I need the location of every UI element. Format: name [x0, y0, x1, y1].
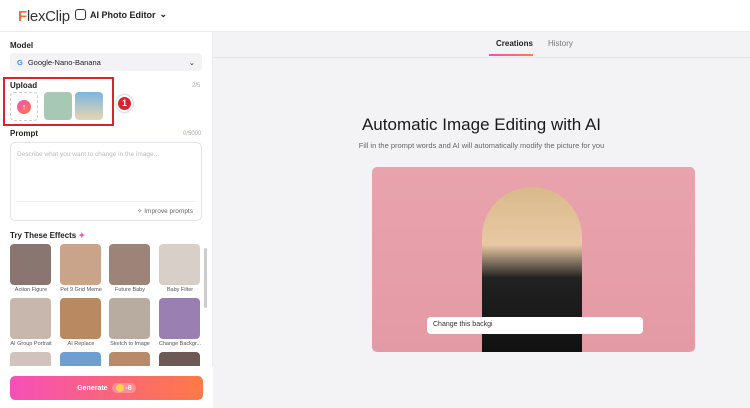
- uploaded-camera-image[interactable]: [44, 92, 72, 120]
- top-header: FlexClip AI Photo Editor ⌄: [0, 0, 750, 32]
- model-value: Google-Nano-Banana: [27, 57, 101, 67]
- effect-tile[interactable]: [159, 298, 200, 339]
- prompt-label: Prompt: [10, 129, 38, 138]
- google-icon: G: [17, 57, 23, 67]
- effect-label: AI Replace: [67, 341, 95, 347]
- effects-label: Try These Effects ✦: [10, 231, 86, 240]
- chevron-down-icon: ⌄: [188, 57, 195, 67]
- effect-tile[interactable]: [60, 244, 101, 285]
- effect-tile[interactable]: [159, 244, 200, 285]
- effect-label: Pet 9 Grid Meme: [60, 287, 102, 293]
- tab-creations[interactable]: Creations: [496, 39, 533, 48]
- prompt-textarea[interactable]: Describe what you want to change in the …: [10, 142, 202, 221]
- effect-label: Future Baby: [115, 287, 145, 293]
- effect-tile[interactable]: [60, 298, 101, 339]
- effect-tile[interactable]: [109, 244, 150, 285]
- generate-button[interactable]: Generate -8: [10, 376, 203, 400]
- example-preview-image: Change this backgi: [372, 167, 695, 352]
- effect-label: AI Group Portrait: [10, 341, 52, 347]
- credits-cost: -8: [125, 384, 132, 392]
- effects-scrollbar[interactable]: [204, 248, 207, 308]
- upload-count: 2/5: [192, 83, 201, 89]
- chevron-down-icon: ⌄: [159, 9, 168, 19]
- effect-tile[interactable]: [10, 244, 51, 285]
- photo-editor-icon: [75, 9, 86, 20]
- preview-prompt-input: Change this backgi: [427, 317, 643, 334]
- prompt-count: 0/5000: [183, 131, 202, 137]
- coin-icon: [115, 384, 124, 392]
- effect-label: Change Backgr...: [158, 341, 202, 347]
- prompt-placeholder: Describe what you want to change in the …: [17, 151, 159, 158]
- tool-menu[interactable]: AI Photo Editor ⌄: [75, 9, 167, 20]
- tab-history[interactable]: History: [548, 39, 573, 48]
- active-tab-indicator: [489, 54, 533, 56]
- effect-label: Action Figure: [14, 287, 48, 293]
- upload-button[interactable]: ↑: [10, 92, 38, 121]
- upload-icon: ↑: [17, 99, 31, 114]
- sparkle-icon: ✦: [78, 231, 86, 240]
- annotation-badge: 1: [116, 95, 133, 112]
- tool-label: AI Photo Editor: [90, 9, 156, 20]
- flexclip-logo[interactable]: FlexClip: [18, 8, 70, 25]
- effect-label: Baby Filter: [166, 287, 194, 293]
- model-select[interactable]: G Google-Nano-Banana ⌄: [10, 53, 202, 71]
- divider: [17, 201, 195, 202]
- page-subtitle: Fill in the prompt words and AI will aut…: [358, 141, 605, 150]
- effect-tile[interactable]: [109, 298, 150, 339]
- model-label: Model: [10, 41, 34, 50]
- effect-tile[interactable]: [10, 298, 51, 339]
- uploaded-beach-image[interactable]: [75, 92, 103, 120]
- page-title: Automatic Image Editing with AI: [361, 115, 602, 134]
- upload-label: Upload: [10, 81, 38, 90]
- improve-prompts-button[interactable]: ✧ Improve prompts: [137, 207, 193, 215]
- effect-label: Sketch to Image: [110, 341, 150, 347]
